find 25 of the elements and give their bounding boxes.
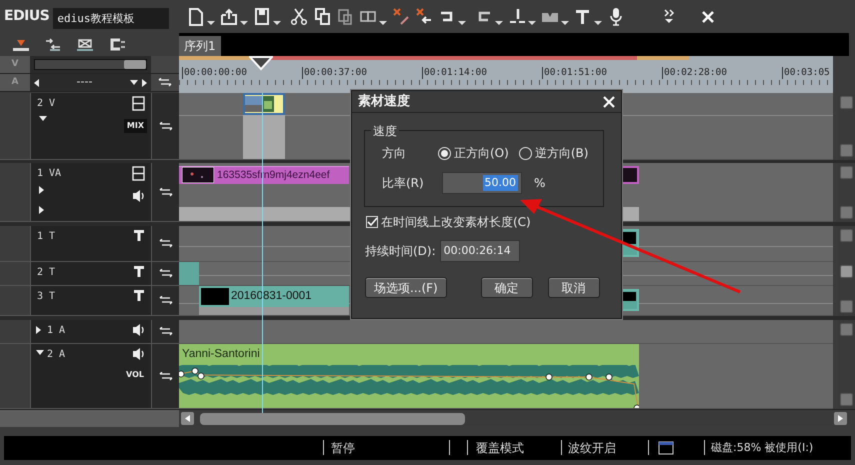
video-row-label: V (0, 56, 30, 73)
track-label: 2 T (37, 266, 56, 280)
timecode-label: 00:00:00:00 (182, 67, 247, 79)
dialog-title: 素材速度 (358, 92, 410, 111)
track-label: 1 VA (37, 167, 62, 181)
status-text: 磁盘:58% 被使用(I:) (711, 440, 814, 456)
timecode-label: 00:00:37:00 (302, 67, 367, 79)
field-label: 比率(R) (382, 175, 425, 192)
status-text: 覆盖模式 (476, 440, 524, 456)
track-label: 3 T (37, 290, 56, 304)
unit-label: % (534, 175, 546, 192)
timecode-label: 00:02:28:00 (662, 67, 727, 79)
field-label: 持续时间(D): (365, 243, 436, 260)
track-label: 2 A (47, 348, 66, 362)
audio-row-label: A (0, 74, 30, 91)
track-label: 1 T (37, 230, 56, 244)
track-label: 1 A (47, 324, 66, 338)
status-text: 暂停 (331, 440, 355, 456)
timecode-label: 00:03:05 (782, 67, 830, 79)
timecode-label: 00:01:14:00 (422, 67, 487, 79)
timecode-label: 00:01:51:00 (542, 67, 607, 79)
status-text: 波纹开启 (568, 440, 616, 456)
field-label: 方向 (382, 145, 407, 162)
app-logo: EDIUS (4, 7, 50, 26)
track-label: 2 V (37, 97, 56, 111)
